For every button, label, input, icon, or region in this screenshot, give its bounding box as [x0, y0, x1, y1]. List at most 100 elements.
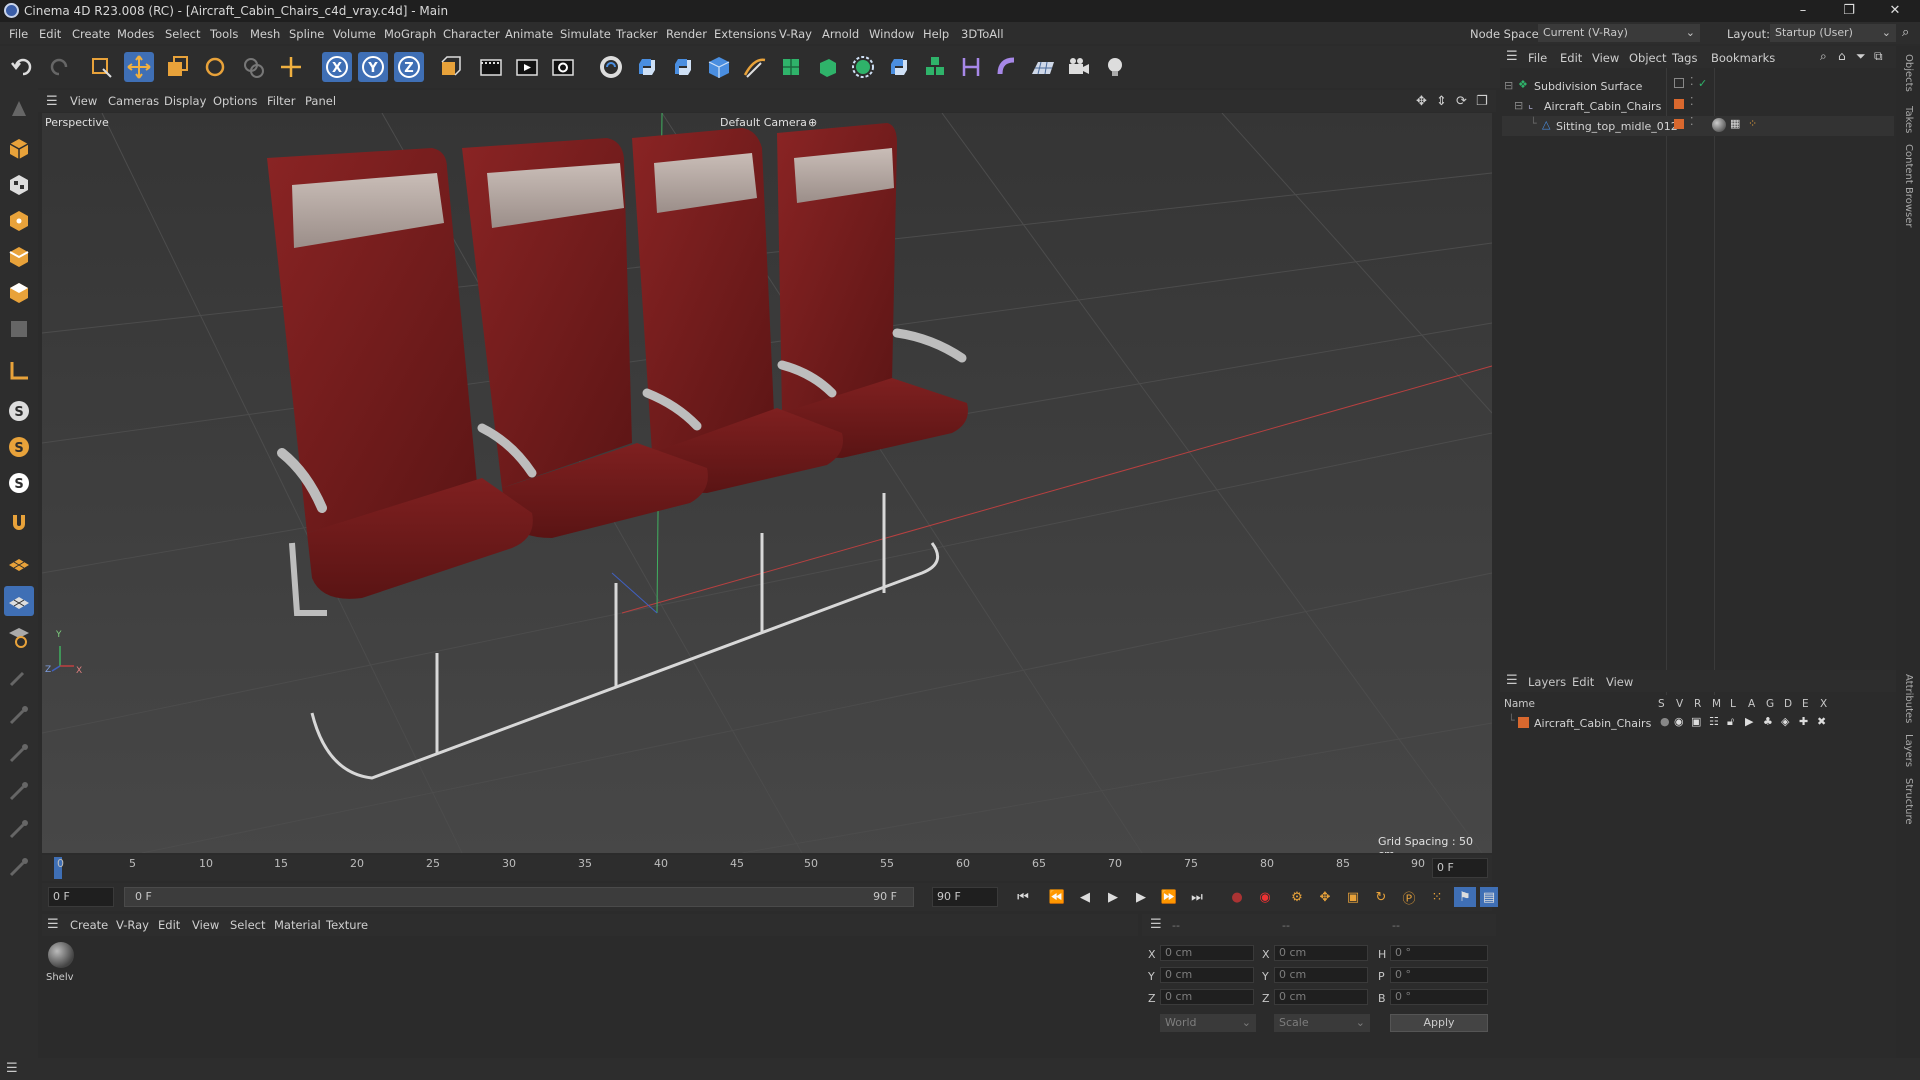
position-z-field[interactable]: 0 cm	[1160, 989, 1254, 1005]
3d-viewport[interactable]: Perspective Default Camera ⊕ Y Z X Grid …	[42, 113, 1492, 853]
apply-button[interactable]: Apply	[1390, 1014, 1488, 1032]
menu-arnold[interactable]: Arnold	[822, 27, 859, 41]
viewport-menu-cameras[interactable]: Cameras	[108, 94, 159, 108]
hamburger-menu-icon[interactable]: ☰	[1506, 49, 1518, 64]
texture-tag-icon[interactable]: ▦	[1730, 117, 1740, 130]
play-icon[interactable]: ▶	[1102, 887, 1124, 907]
expression-icon[interactable]: ✚	[1799, 715, 1808, 728]
spline-deformer-icon[interactable]	[992, 52, 1022, 82]
layer-menu-layers[interactable]: Layers	[1528, 675, 1566, 689]
hamburger-menu-icon[interactable]: ☰	[47, 917, 59, 932]
side-tab-structure[interactable]: Structure	[1903, 778, 1914, 825]
menu-animate[interactable]: Animate	[505, 27, 553, 41]
deformer-icon[interactable]	[956, 52, 986, 82]
side-tab-takes[interactable]: Takes	[1903, 106, 1914, 133]
object-menu-view[interactable]: View	[1592, 51, 1619, 65]
y-axis-lock-icon[interactable]: Y	[358, 52, 388, 82]
x-axis-lock-icon[interactable]: X	[322, 52, 352, 82]
filter-icon[interactable]: ⏷	[1856, 49, 1866, 64]
vray-logo-icon[interactable]	[596, 52, 626, 82]
layer-color-swatch[interactable]	[1674, 119, 1684, 129]
material-menu-edit[interactable]: Edit	[158, 918, 180, 932]
relax-brush-icon[interactable]	[4, 814, 34, 844]
pan-view-icon[interactable]: ✥	[1416, 94, 1427, 109]
previous-frame-icon[interactable]: ◀	[1074, 887, 1096, 907]
move-gizmo-icon[interactable]	[276, 52, 306, 82]
viewport-menu-panel[interactable]: Panel	[305, 94, 336, 108]
film-strip-icon[interactable]: ▤	[1480, 887, 1498, 907]
tree-row[interactable]: ⊟ ⌞ Aircraft_Cabin_Chairs ⁚	[1502, 95, 1894, 116]
material-menu-select[interactable]: Select	[230, 918, 265, 932]
manager-icon[interactable]: ☷	[1709, 715, 1719, 728]
eye-icon[interactable]: ◉	[1674, 715, 1684, 728]
layer-color-swatch[interactable]	[1674, 99, 1684, 109]
position-y-field[interactable]: 0 cm	[1160, 967, 1254, 983]
render-to-picture-viewer-icon[interactable]	[512, 52, 542, 82]
redo-icon[interactable]	[44, 52, 74, 82]
next-key-icon[interactable]: ⏩	[1158, 887, 1180, 907]
size-y-field[interactable]: 0 cm	[1274, 967, 1368, 983]
hamburger-menu-icon[interactable]: ☰	[1150, 917, 1162, 932]
menu-extensions[interactable]: Extensions	[714, 27, 776, 41]
new-window-icon[interactable]: ⧉	[1874, 49, 1883, 64]
workplane-icon[interactable]	[4, 356, 34, 386]
grid-layer-icon[interactable]	[4, 550, 34, 580]
menu-select[interactable]: Select	[165, 27, 200, 41]
smooth-brush-icon[interactable]	[4, 776, 34, 806]
snap-settings-icon[interactable]: S	[4, 432, 34, 462]
enabled-check-icon[interactable]: ✓	[1698, 77, 1707, 90]
coordinate-system-icon[interactable]	[434, 52, 464, 82]
menu-window[interactable]: Window	[869, 27, 914, 41]
rotation-h-field[interactable]: 0 °	[1390, 945, 1488, 961]
visibility-dots-icon[interactable]: ⁚	[1690, 115, 1694, 128]
hamburger-menu-icon[interactable]: ☰	[1506, 673, 1518, 688]
close-button[interactable]: ✕	[1872, 0, 1918, 22]
viewport-menu-filter[interactable]: Filter	[267, 94, 295, 108]
deformer-icon[interactable]: ◈	[1781, 715, 1789, 728]
layer-name[interactable]: Aircraft_Cabin_Chairs	[1534, 717, 1651, 730]
extrude-generator-icon[interactable]	[812, 52, 842, 82]
size-z-field[interactable]: 0 cm	[1274, 989, 1368, 1005]
pen-spline-icon[interactable]	[740, 52, 770, 82]
rotate-tool-icon[interactable]	[200, 52, 230, 82]
cube-primitive-icon[interactable]	[704, 52, 734, 82]
mograph-cubes-icon[interactable]	[920, 52, 950, 82]
rotation-p-field[interactable]: 0 °	[1390, 967, 1488, 983]
material-tag-icon[interactable]	[1712, 118, 1726, 132]
material-menu-view[interactable]: View	[192, 918, 219, 932]
viewport-menu-view[interactable]: View	[70, 94, 97, 108]
animation-icon[interactable]: ▶	[1745, 715, 1753, 728]
pull-brush-icon[interactable]	[4, 852, 34, 882]
autokey-icon[interactable]: ◉	[1254, 887, 1276, 907]
menu-render[interactable]: Render	[666, 27, 707, 41]
menu-volume[interactable]: Volume	[333, 27, 376, 41]
layer-color-swatch[interactable]	[1518, 717, 1529, 728]
undo-icon[interactable]	[8, 52, 38, 82]
make-editable-icon[interactable]	[4, 94, 34, 124]
paint-icon[interactable]	[4, 662, 34, 692]
object-menu-object[interactable]: Object	[1629, 51, 1666, 65]
rotation-b-field[interactable]: 0 °	[1390, 989, 1488, 1005]
sculpt-icon[interactable]	[4, 700, 34, 730]
side-tab-objects[interactable]: Objects	[1903, 54, 1914, 92]
visibility-dots-icon[interactable]: ⁚	[1690, 75, 1694, 88]
brush-icon[interactable]	[4, 738, 34, 768]
viewport-menu-options[interactable]: Options	[213, 94, 257, 108]
texture-mode-icon[interactable]	[4, 170, 34, 200]
scale-tool-icon[interactable]	[162, 52, 192, 82]
home-icon[interactable]: ⌂	[1838, 49, 1846, 63]
edge-mode-icon[interactable]	[4, 242, 34, 272]
material-menu-texture[interactable]: Texture	[326, 918, 368, 932]
recent-tools-icon[interactable]	[238, 52, 268, 82]
menu-help[interactable]: Help	[923, 27, 949, 41]
side-tab-attributes[interactable]: Attributes	[1903, 674, 1914, 723]
key-pla-icon[interactable]: ⁙	[1426, 887, 1448, 907]
minimize-button[interactable]: –	[1780, 0, 1826, 22]
snap-2d-icon[interactable]: S	[4, 468, 34, 498]
layer-row[interactable]: └ Aircraft_Cabin_Chairs ● ◉ ▣ ☷ 🔓︎ ▶ ♣ ◈…	[1500, 714, 1896, 732]
move-tool-icon[interactable]	[124, 52, 154, 82]
frame-range-slider[interactable]: 0 F 90 F	[124, 887, 914, 907]
grid-rotate-icon[interactable]	[4, 622, 34, 652]
key-position-icon[interactable]: ✥	[1314, 887, 1336, 907]
key-scale-icon[interactable]: ▣	[1342, 887, 1364, 907]
